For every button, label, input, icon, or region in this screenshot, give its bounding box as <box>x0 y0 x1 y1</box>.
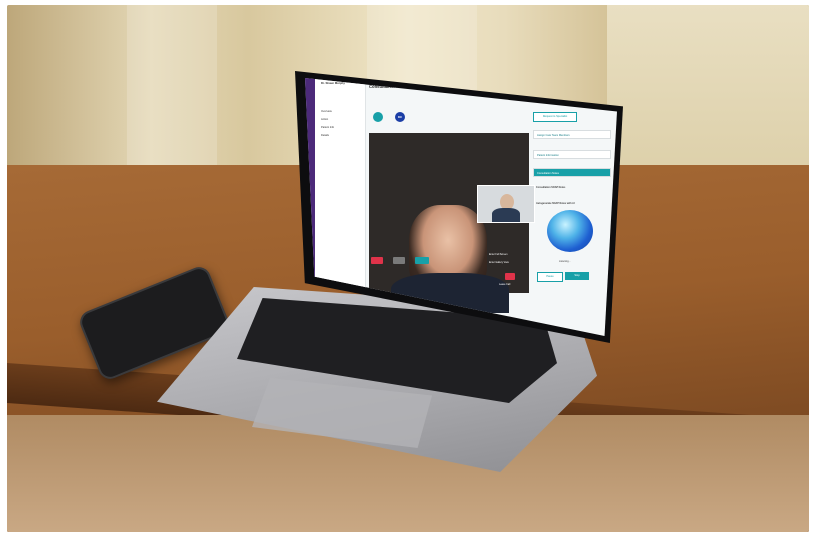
photo-frame: Dr. Shaun Murphy Overview Action Patient… <box>7 5 809 532</box>
avatar: DC <box>395 112 405 122</box>
camera-button[interactable] <box>393 257 405 264</box>
enter-gallery-view-button[interactable]: Enter Gallery View <box>489 259 527 266</box>
sidebar-item-details[interactable]: Details <box>321 134 329 137</box>
sidebar-item-patient-info[interactable]: Patient Info <box>321 126 334 129</box>
doctor-body <box>492 208 520 222</box>
consultation-notes-row[interactable]: Consultation Notes <box>533 168 611 177</box>
leave-call-button[interactable] <box>505 273 515 280</box>
doctor-pip-video <box>477 185 535 223</box>
upload-icon[interactable] <box>373 112 383 122</box>
assign-care-team-row[interactable]: Assign Care Team Members <box>533 130 611 139</box>
patient-information-row[interactable]: Patient Information <box>533 150 611 159</box>
right-panel: Request to Specialist Assign Care Team M… <box>533 100 613 330</box>
leave-call-label: Leave Call <box>499 283 511 286</box>
soap-notes-heading: Consultation SOAP Notes <box>536 186 566 189</box>
share-button[interactable] <box>415 257 429 264</box>
video-call: Enter Full Screen Enter Gallery View Lea… <box>369 133 535 313</box>
stop-button[interactable]: Stop <box>565 272 589 280</box>
sidebar-item-overview[interactable]: Overview <box>321 110 332 113</box>
pause-button[interactable]: Pause <box>537 272 563 282</box>
sidebar-item-action[interactable]: Action <box>321 118 328 121</box>
listening-orb-icon <box>547 210 593 252</box>
ai-notes-heading: Autogenerate SOAP Notes with AI <box>536 202 575 205</box>
request-specialist-button[interactable]: Request to Specialist <box>533 112 577 122</box>
listening-label: Listening... <box>559 260 571 263</box>
enter-full-screen-button[interactable]: Enter Full Screen <box>489 251 527 258</box>
mute-button[interactable] <box>371 257 383 264</box>
